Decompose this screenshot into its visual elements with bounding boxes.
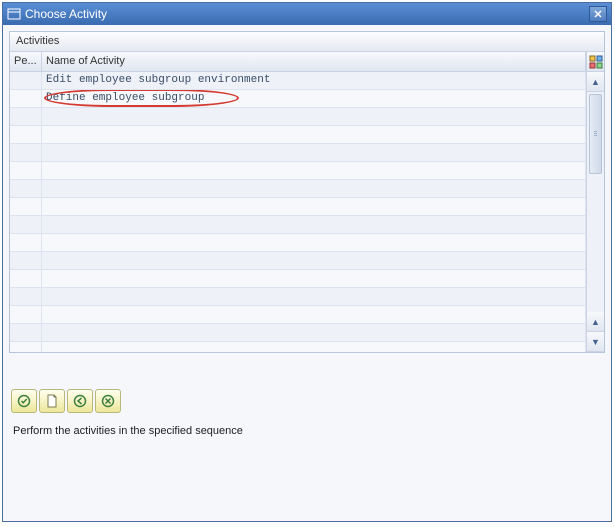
document-button[interactable] xyxy=(39,389,65,413)
table-row[interactable] xyxy=(10,162,586,180)
table-row[interactable] xyxy=(10,180,586,198)
table-row[interactable] xyxy=(10,306,586,324)
table-header: Pe... Name of Activity xyxy=(10,52,586,72)
instruction-text: Perform the activities in the specified … xyxy=(9,423,605,457)
choose-button[interactable] xyxy=(11,389,37,413)
table-row[interactable] xyxy=(10,252,586,270)
cell-name: Edit employee subgroup environment xyxy=(42,72,586,89)
table-row[interactable] xyxy=(10,216,586,234)
close-icon[interactable] xyxy=(589,6,607,22)
scrollbar-handle[interactable] xyxy=(589,94,602,174)
content-area: Activities Pe... Name of Activity Edit e… xyxy=(3,25,611,521)
scroll-up2-icon[interactable]: ▲ xyxy=(587,312,604,332)
scroll-up-icon[interactable]: ▲ xyxy=(587,72,604,92)
dialog-title: Choose Activity xyxy=(25,7,589,21)
table-row[interactable] xyxy=(10,144,586,162)
toolbar xyxy=(9,389,605,423)
table-side-controls: ▲ ▲ ▼ xyxy=(586,52,604,352)
cell-pe xyxy=(10,90,42,107)
column-name[interactable]: Name of Activity xyxy=(42,52,586,71)
titlebar: Choose Activity xyxy=(3,3,611,25)
cell-pe xyxy=(10,72,42,89)
table-row[interactable] xyxy=(10,126,586,144)
cancel-button[interactable] xyxy=(95,389,121,413)
scroll-down-icon[interactable]: ▼ xyxy=(587,332,604,352)
table-row[interactable]: Edit employee subgroup environment xyxy=(10,72,586,90)
table-row[interactable] xyxy=(10,288,586,306)
cell-name: Define employee subgroup xyxy=(42,90,586,107)
highlight-annotation xyxy=(44,90,239,107)
dialog-icon xyxy=(7,7,21,21)
table-row[interactable] xyxy=(10,270,586,288)
table-row[interactable] xyxy=(10,324,586,342)
table-row[interactable] xyxy=(10,234,586,252)
table-row[interactable] xyxy=(10,108,586,126)
column-pe[interactable]: Pe... xyxy=(10,52,42,71)
choose-activity-dialog: Choose Activity Activities Pe... Name of… xyxy=(2,2,612,522)
scrollbar-track[interactable] xyxy=(587,92,604,312)
table-row[interactable] xyxy=(10,198,586,216)
table-row[interactable] xyxy=(10,342,586,352)
activities-table: Pe... Name of Activity Edit employee sub… xyxy=(10,52,604,352)
table-config-icon[interactable] xyxy=(587,52,604,72)
panel-header: Activities xyxy=(10,32,604,52)
table-row[interactable]: Define employee subgroup xyxy=(10,90,586,108)
back-button[interactable] xyxy=(67,389,93,413)
activities-panel: Activities Pe... Name of Activity Edit e… xyxy=(9,31,605,353)
